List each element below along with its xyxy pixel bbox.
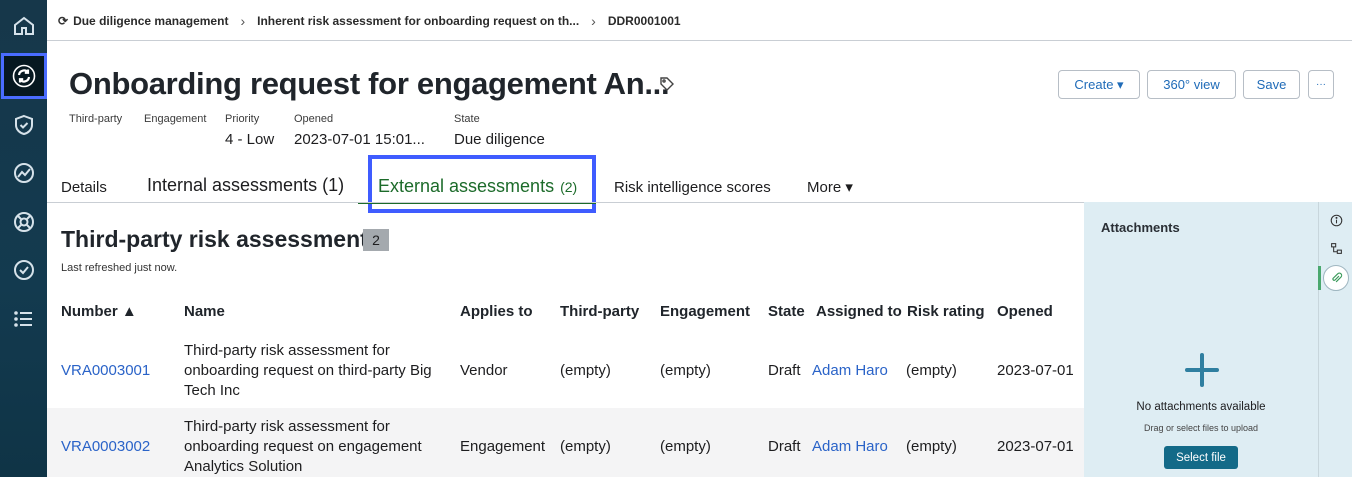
cell-state: Draft — [768, 438, 801, 455]
add-attachment-icon[interactable] — [1185, 353, 1219, 387]
check-circle-icon[interactable] — [0, 250, 47, 290]
tab-internal-assessments[interactable]: Internal assessments (1) — [147, 175, 344, 196]
column-header-assigned-to[interactable]: Assigned to — [816, 303, 902, 320]
breadcrumb-item-current: DDR0001001 — [607, 14, 681, 28]
tag-icon[interactable] — [659, 76, 675, 92]
breadcrumb-separator: › — [240, 13, 246, 29]
field-state[interactable]: State Due diligence — [454, 113, 545, 148]
analytics-icon[interactable] — [0, 153, 47, 193]
tabs-divider — [47, 202, 1084, 203]
tab-external-label: External assessments — [378, 176, 555, 196]
cell-third-party: (empty) — [560, 438, 611, 455]
home-icon[interactable] — [0, 6, 47, 46]
breadcrumb-divider — [47, 40, 1352, 41]
count-badge: 2 — [363, 229, 389, 251]
refresh-icon[interactable]: ⟳ — [58, 14, 68, 28]
breadcrumb-item-due-diligence[interactable]: Due diligence management — [73, 14, 228, 28]
cell-applies-to: Vendor — [460, 362, 508, 379]
column-header-engagement[interactable]: Engagement — [660, 303, 750, 320]
breadcrumb: ⟳ Due diligence management › Inherent ri… — [58, 12, 681, 30]
table-row: VRA0003001 Third-party risk assessment f… — [47, 333, 1084, 408]
upload-hint-text: Drag or select files to upload — [1143, 423, 1259, 433]
field-label: Engagement — [144, 113, 207, 125]
cell-third-party: (empty) — [560, 362, 611, 379]
column-header-risk-rating[interactable]: Risk rating — [907, 303, 985, 320]
cell-name: Third-party risk assessment for onboardi… — [184, 342, 432, 399]
field-value: 4 - Low — [225, 131, 275, 148]
cell-opened: 2023-07-01 — [997, 438, 1074, 455]
tab-more-dropdown[interactable]: More ▾ — [807, 178, 853, 196]
cell-engagement: (empty) — [660, 362, 711, 379]
360-view-button[interactable]: 360° view — [1147, 70, 1236, 99]
cell-engagement: (empty) — [660, 438, 711, 455]
tab-details[interactable]: Details — [61, 179, 107, 196]
field-label: Priority — [225, 113, 260, 125]
field-value: Due diligence — [454, 131, 545, 148]
section-title: Third-party risk assessments — [61, 226, 381, 252]
column-header-opened[interactable]: Opened — [997, 303, 1053, 320]
more-actions-button[interactable]: ··· — [1308, 70, 1334, 99]
column-header-third-party[interactable]: Third-party — [560, 303, 639, 320]
cell-number-link[interactable]: VRA0003002 — [61, 438, 150, 455]
field-value: 2023-07-01 15:01... — [294, 131, 425, 148]
page-title: Onboarding request for engagement An... — [69, 66, 670, 101]
cell-number-link[interactable]: VRA0003001 — [61, 362, 150, 379]
breadcrumb-item-risk-assessment[interactable]: Inherent risk assessment for onboarding … — [257, 14, 579, 28]
last-refreshed-text: Last refreshed just now. — [61, 262, 178, 274]
hierarchy-icon[interactable] — [1327, 239, 1345, 257]
cell-state: Draft — [768, 362, 801, 379]
cell-assigned-to-link[interactable]: Adam Haro — [812, 362, 888, 379]
select-file-button[interactable]: Select file — [1164, 446, 1238, 469]
field-engagement[interactable]: Engagement — [144, 113, 206, 125]
field-label: Opened — [294, 113, 334, 125]
save-button[interactable]: Save — [1243, 70, 1300, 99]
tab-external-assessments[interactable]: External assessments (2) — [358, 155, 596, 213]
paperclip-icon[interactable] — [1323, 265, 1349, 291]
attachments-title: Attachments — [1101, 220, 1180, 235]
field-third-party[interactable]: Third-party — [69, 113, 122, 125]
cell-name: Third-party risk assessment for onboardi… — [184, 418, 422, 475]
info-icon[interactable] — [1327, 211, 1345, 229]
support-icon[interactable] — [0, 202, 47, 242]
column-header-state[interactable]: State — [768, 303, 805, 320]
cell-assigned-to-link[interactable]: Adam Haro — [812, 438, 888, 455]
nav-rail — [0, 0, 47, 477]
cell-opened: 2023-07-01 — [997, 362, 1074, 379]
tab-risk-intelligence[interactable]: Risk intelligence scores — [614, 179, 771, 196]
cell-risk-rating: (empty) — [906, 438, 957, 455]
cell-risk-rating: (empty) — [906, 362, 957, 379]
side-panel-strip — [1318, 202, 1352, 477]
list-icon[interactable] — [0, 299, 47, 339]
column-header-number[interactable]: Number ▲ — [61, 303, 137, 320]
tab-external-count: (2) — [560, 179, 578, 195]
attachments-panel: Attachments No attachments available Dra… — [1084, 202, 1318, 477]
create-button[interactable]: Create ▾ — [1058, 70, 1140, 99]
cell-applies-to: Engagement — [460, 438, 546, 455]
active-panel-indicator — [1318, 266, 1321, 290]
shield-check-icon[interactable] — [0, 105, 47, 145]
field-label: State — [454, 113, 480, 125]
table-row: VRA0003002 Third-party risk assessment f… — [47, 408, 1084, 477]
column-header-applies-to[interactable]: Applies to — [460, 303, 533, 320]
no-attachments-text: No attachments available — [1136, 401, 1266, 413]
field-label: Third-party — [69, 113, 123, 125]
sync-icon[interactable] — [1, 53, 47, 99]
field-opened[interactable]: Opened 2023-07-01 15:01... — [294, 113, 425, 148]
column-header-name[interactable]: Name — [184, 303, 225, 320]
field-priority[interactable]: Priority 4 - Low — [225, 113, 274, 148]
breadcrumb-separator: › — [591, 13, 596, 29]
